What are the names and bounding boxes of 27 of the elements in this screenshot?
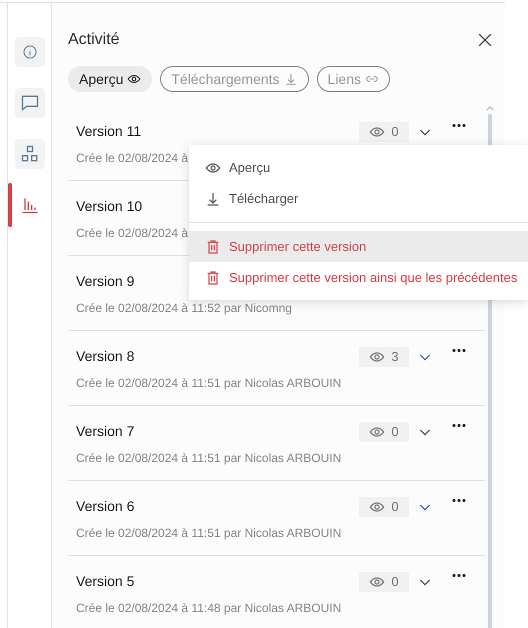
view-count: 3 (359, 346, 409, 366)
menu-item[interactable]: Supprimer cette version (189, 231, 528, 262)
view-count: 0 (359, 496, 409, 516)
view-count: 0 (359, 122, 409, 142)
version-meta: Crée le 02/08/2024 à 11:52 par Nicomng (76, 300, 293, 316)
filter-chip[interactable]: Téléchargements (160, 66, 309, 92)
menu-item[interactable]: Aperçu (189, 152, 528, 183)
panel-title: Activité (68, 30, 120, 50)
version-meta: Crée le 02/08/2024 à (76, 150, 190, 166)
version-title: Version 10 (76, 197, 142, 216)
view-count: 0 (359, 422, 409, 442)
version-title: Version 7 (76, 422, 134, 441)
version-meta: Crée le 02/08/2024 à 11:51 par Nicolas ARBOUIN (76, 450, 342, 466)
menu-item[interactable]: Supprimer cette version ainsi que les précédentes (189, 262, 528, 293)
view-count: 0 (359, 572, 409, 592)
version-meta: Crée le 02/08/2024 à 11:48 par Nicolas ARBOUIN (76, 600, 342, 616)
version-title: Version 6 (76, 497, 134, 516)
version-title: Version 11 (76, 122, 142, 141)
version-title: Version 8 (76, 347, 134, 366)
version-meta: Crée le 02/08/2024 à (76, 224, 190, 242)
version-title: Version 9 (76, 272, 134, 291)
filter-chip[interactable]: Liens (316, 66, 390, 92)
menu-item[interactable]: Télécharger (189, 183, 528, 214)
version-title: Version 5 (76, 572, 134, 591)
version-meta: Crée le 02/08/2024 à 11:51 par Nicolas ARBOUIN (76, 524, 342, 542)
filter-chip[interactable]: Aperçu (68, 66, 152, 92)
version-meta: Crée le 02/08/2024 à 11:51 par Nicolas ARBOUIN (76, 374, 342, 392)
